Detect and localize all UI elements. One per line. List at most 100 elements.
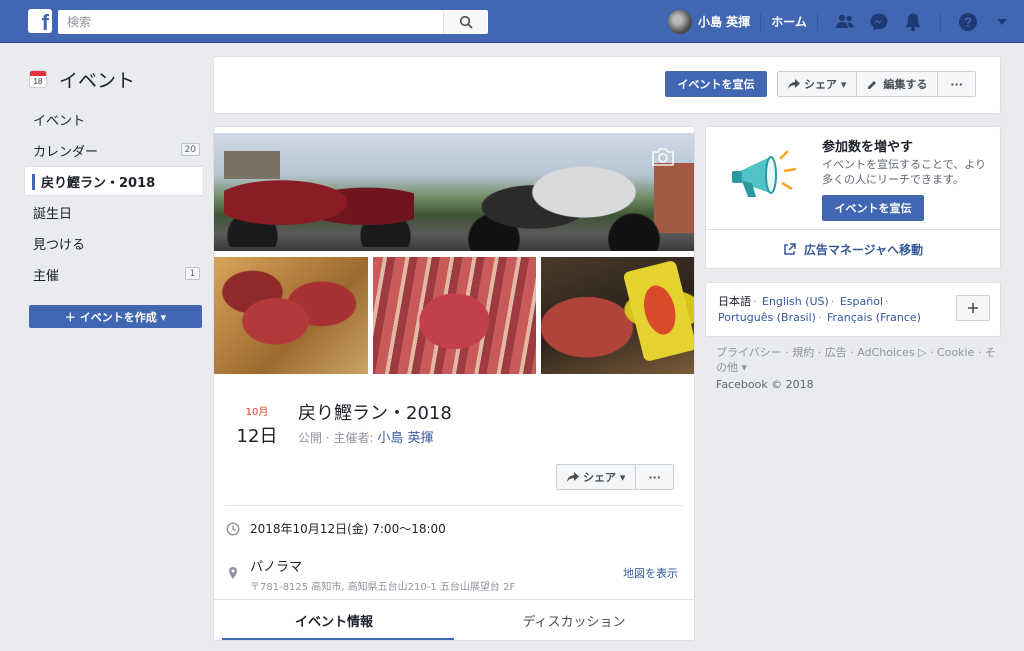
page-footer: プライバシー · 規約 · 広告 · AdChoices ▷ · Cookie … [716,345,1006,392]
footer-links[interactable]: プライバシー · 規約 · 広告 · AdChoices ▷ · Cookie … [716,345,1006,375]
event-privacy: 公開 · 主催者: [298,431,374,445]
tab-discussion[interactable]: ディスカッション [454,600,694,640]
event-month: 10月 [245,407,269,418]
more-options-button[interactable]: ··· [938,72,975,96]
count-badge: 20 [180,143,200,156]
event-meta: 公開 · 主催者: 小島 英揮 [298,427,433,446]
edit-label: 編集する [883,78,928,91]
show-map-link[interactable]: 地図を表示 [623,565,678,581]
sidebar-item-birthdays[interactable]: 誕生日 [24,197,204,227]
friends-icon[interactable] [834,11,856,33]
place-address: 〒781-8125 高知市, 高知県五台山210-1 五台山展望台 2F [250,582,516,593]
plus-icon [968,303,978,313]
search-box [58,10,488,34]
place-name-link[interactable]: パノラマ [250,556,515,575]
svg-text:?: ? [964,14,972,29]
pencil-icon [868,80,877,89]
ads-link-label: 広告マネージャへ移動 [803,242,924,257]
share-arrow-icon [567,472,579,482]
sidebar-item-events[interactable]: イベント [24,104,204,134]
language-link[interactable]: Français (France) [827,311,921,324]
event-location-text: パノラマ 〒781-8125 高知市, 高知県五台山210-1 五台山展望台 2… [250,556,515,593]
event-action-bar: イベントを宣伝 シェア ▾ 編集する ··· [213,56,1001,114]
sidebar-header: 18 イベント [24,62,204,96]
calendar-icon: 18 [29,70,47,88]
language-link[interactable]: Português (Brasil) [718,311,816,324]
event-location-row: パノラマ 〒781-8125 高知市, 高知県五台山210-1 五台山展望台 2… [226,556,515,593]
top-right-nav: 小島 英揮 ホーム ? [668,0,1019,43]
nav-divider [939,12,941,31]
separator: · [817,311,822,324]
top-navigation-bar: f 小島 英揮 ホーム ? [0,0,1024,43]
clock-icon [226,522,240,536]
add-language-button[interactable] [956,295,990,321]
caret-down-icon[interactable] [991,11,1013,33]
event-date-badge: 10月 12日 [236,403,278,448]
notifications-icon[interactable] [902,11,924,33]
share-label: シェア ▾ [804,78,847,91]
event-datetime[interactable]: 2018年10月12日(金) 7:00～18:00 [250,520,446,537]
ads-manager-link[interactable]: 広告マネージャへ移動 [706,230,1000,268]
sidebar-nav-list: イベント カレンダー 20 戻り鰹ラン・2018 誕生日 見つける 主催 1 [24,104,204,289]
search-button[interactable] [443,11,487,33]
event-cover-photo[interactable] [214,133,694,380]
sidebar-item-calendar[interactable]: カレンダー 20 [24,135,204,165]
sidebar-item-label: カレンダー [33,144,99,160]
profile-name-link[interactable]: 小島 英揮 [698,13,750,30]
sidebar-item-label: 見つける [33,237,86,253]
separator: · [753,295,757,308]
sidebar-item-label: 主催 [33,268,60,284]
event-day: 12日 [236,426,278,447]
action-button-group: シェア ▾ 編集する ··· [777,71,976,97]
messenger-icon[interactable] [868,11,890,33]
language-link[interactable]: Español [840,295,883,308]
location-pin-icon [229,567,237,579]
promote-card: 参加数を増やす イベントを宣伝することで、より多くの人にリーチできます。 イベン… [705,126,1001,269]
cover-photo-bonito [214,257,368,374]
sidebar-title: イベント [59,69,136,92]
create-event-button[interactable]: ＋ イベントを作成 ▾ [29,305,202,328]
search-input[interactable] [59,11,449,33]
home-link[interactable]: ホーム [771,13,807,30]
cover-photo-motorcycles [214,133,694,251]
avatar[interactable] [668,9,692,34]
photo-detail [622,259,694,363]
facebook-logo[interactable]: f [28,9,52,35]
help-icon[interactable]: ? [957,11,979,33]
language-list: 日本語 · English (US) · Español · Português (B… [718,294,948,326]
event-title: 戻り鰹ラン・2018 [298,403,452,424]
share-button[interactable]: シェア ▾ [778,72,858,96]
left-sidebar: 18 イベント イベント カレンダー 20 戻り鰹ラン・2018 誕生日 見つける… [24,62,204,328]
nav-divider [760,12,762,31]
edit-button[interactable]: 編集する [857,72,939,96]
language-selector-card: 日本語 · English (US) · Español · Português (B… [705,282,1001,337]
nav-divider [816,12,818,31]
photo-detail [224,173,414,247]
separator: · [830,295,835,308]
camera-icon[interactable] [650,147,676,167]
sidebar-item-label: 誕生日 [33,206,73,222]
sidebar-item-discover[interactable]: 見つける [24,228,204,258]
share-arrow-icon [788,79,800,89]
promo-promote-button[interactable]: イベントを宣伝 [822,195,924,221]
megaphone-icon [732,150,797,197]
language-link[interactable]: English (US) [762,295,829,308]
divider [226,505,684,506]
tab-event-info[interactable]: イベント情報 [214,600,454,640]
photo-detail [464,153,664,251]
event-card: 10月 12日 戻り鰹ラン・2018 公開 · 主催者: 小島 英揮 シェア ▾… [213,126,695,641]
event-share-button[interactable]: シェア ▾ [557,465,637,489]
sidebar-item-label: 戻り鰹ラン・2018 [41,175,156,191]
event-share-group: シェア ▾ ··· [556,464,674,490]
cover-photo-bonito-sliced [373,257,536,374]
external-link-icon [784,242,796,255]
promo-description: イベントを宣伝することで、より多くの人にリーチできます。 [822,158,987,186]
sidebar-item-hosting[interactable]: 主催 1 [24,259,204,289]
separator: · [885,295,889,308]
copyright: Facebook © 2018 [716,378,814,391]
promote-event-button[interactable]: イベントを宣伝 [665,71,767,97]
sidebar-item-current-event[interactable]: 戻り鰹ラン・2018 [24,166,204,196]
host-link[interactable]: 小島 英揮 [377,431,433,446]
sidebar-item-label: イベント [33,113,86,129]
event-more-button[interactable]: ··· [636,465,673,489]
